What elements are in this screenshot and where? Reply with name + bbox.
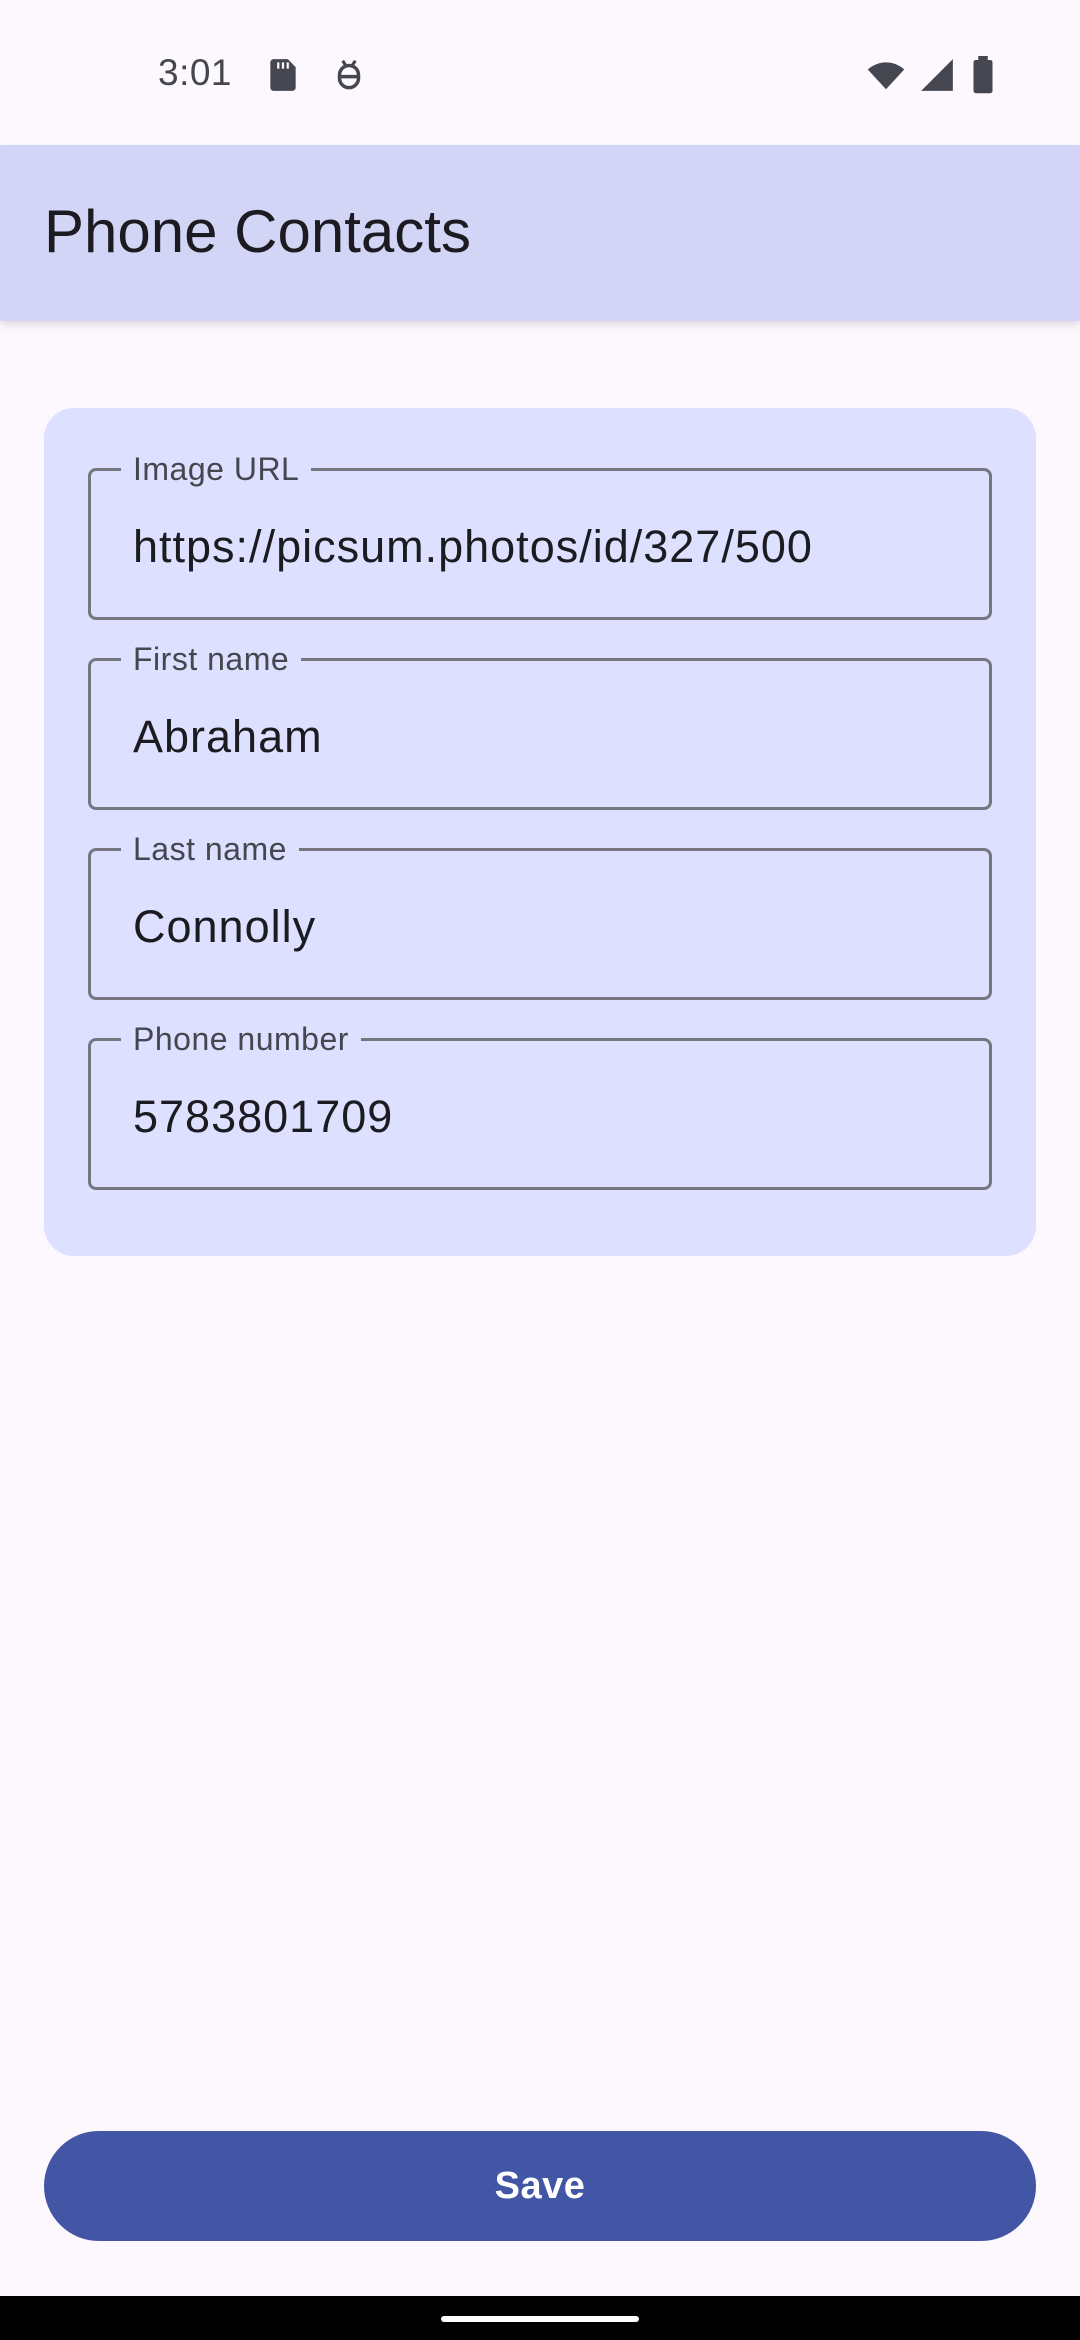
phone-number-value[interactable]: 5783801709 <box>133 1091 393 1143</box>
first-name-field[interactable]: First name Abraham <box>88 639 992 810</box>
save-button[interactable]: Save <box>44 2131 1036 2241</box>
sd-card-icon <box>264 56 302 94</box>
page-title: Phone Contacts <box>44 198 471 265</box>
last-name-value[interactable]: Connolly <box>133 901 316 953</box>
status-left-icons <box>264 56 368 94</box>
contact-form-card: Image URL https://picsum.photos/id/327/5… <box>44 408 1036 1256</box>
image-url-label: Image URL <box>121 449 312 489</box>
gesture-handle[interactable] <box>441 2316 639 2322</box>
system-navigation-bar <box>0 2296 1080 2340</box>
phone-number-label: Phone number <box>121 1019 361 1059</box>
wifi-icon <box>866 56 905 94</box>
screen: 3:01 Phone Contacts Image URL https://pi… <box>0 0 1080 2340</box>
battery-icon <box>970 56 1008 94</box>
first-name-value[interactable]: Abraham <box>133 711 323 763</box>
status-time: 3:01 <box>158 52 233 93</box>
status-bar: 3:01 <box>0 0 1080 145</box>
status-right-icons <box>866 56 1008 94</box>
save-button-label: Save <box>494 2164 586 2207</box>
last-name-field[interactable]: Last name Connolly <box>88 829 992 1000</box>
first-name-label: First name <box>121 639 302 679</box>
cellular-signal-icon <box>918 56 956 94</box>
top-app-bar: Phone Contacts <box>0 145 1080 321</box>
android-debug-icon <box>330 56 368 94</box>
image-url-value[interactable]: https://picsum.photos/id/327/500 <box>133 521 813 573</box>
phone-number-field[interactable]: Phone number 5783801709 <box>88 1019 992 1190</box>
last-name-label: Last name <box>121 829 299 869</box>
image-url-field[interactable]: Image URL https://picsum.photos/id/327/5… <box>88 449 992 620</box>
